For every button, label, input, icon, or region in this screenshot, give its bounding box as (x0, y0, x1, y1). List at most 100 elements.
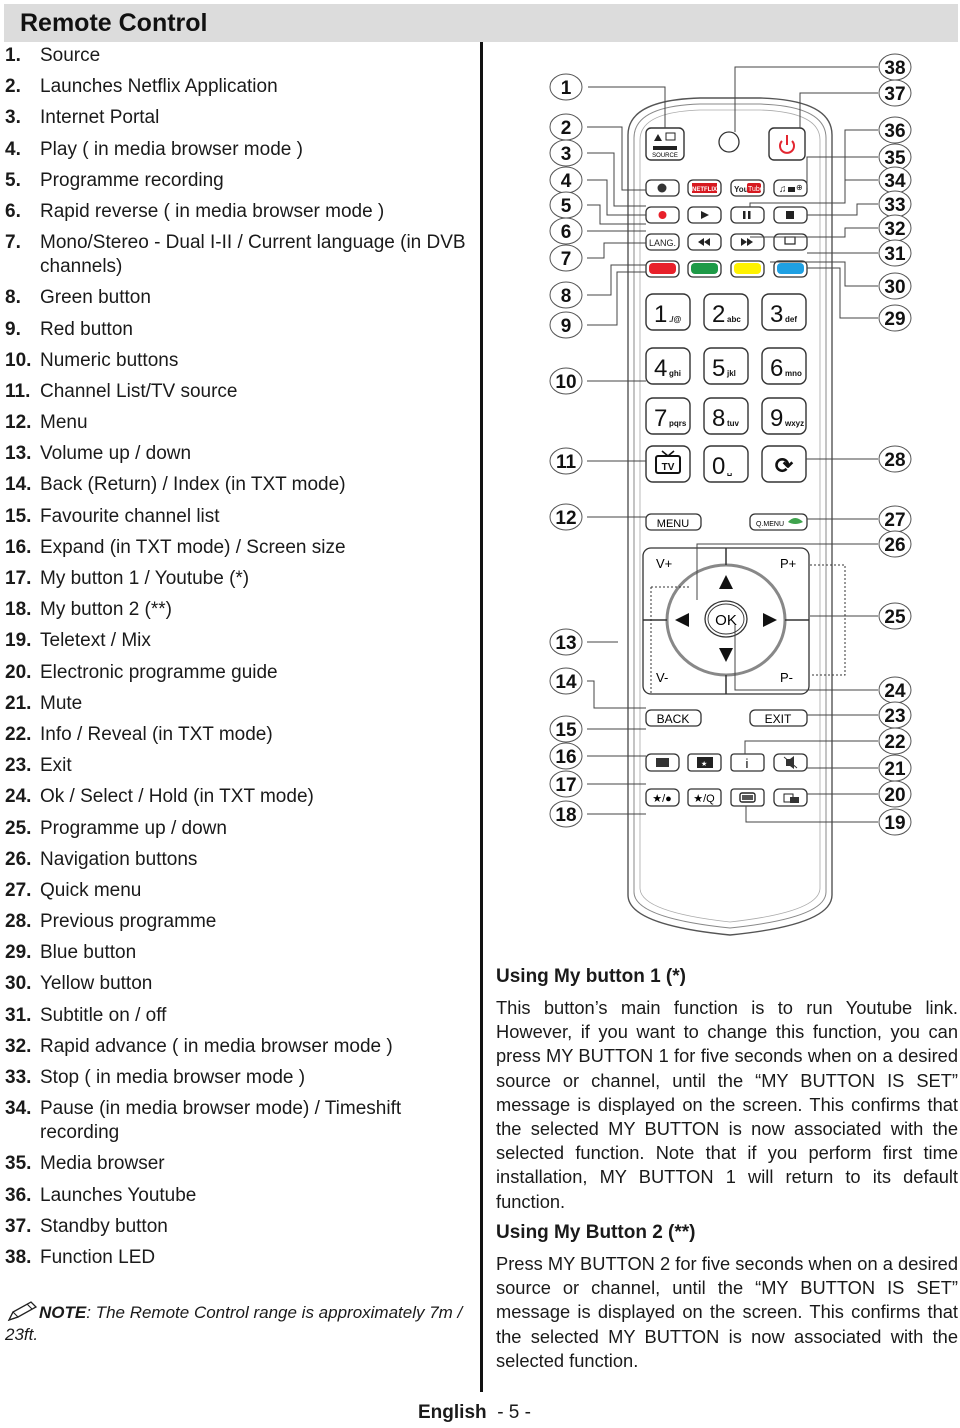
yellow-button[interactable] (730, 260, 765, 278)
play-button[interactable] (687, 206, 722, 224)
item-number: 16. (5, 536, 32, 558)
callout-number: 19 (884, 813, 905, 834)
channel-list-tv-button[interactable]: TV (645, 445, 691, 483)
callout-number: 36 (884, 121, 905, 142)
numeric-button-1[interactable]: 1 ./@ (645, 293, 691, 331)
item-text: My button 1 / Youtube (*) (40, 568, 250, 589)
green-button[interactable] (687, 260, 722, 278)
item-number: 8. (5, 287, 21, 309)
my-button-2-label[interactable]: ★/Q (693, 793, 715, 805)
item-number: 27. (5, 879, 32, 901)
list-item: 38. Function LED (5, 1246, 475, 1270)
item-number: 30. (5, 973, 32, 995)
digit-label: 1 (654, 301, 667, 328)
language-button[interactable]: LANG. (645, 233, 680, 251)
source-button[interactable]: SOURCE (645, 127, 685, 161)
item-text: Stop ( in media browser mode ) (40, 1067, 306, 1088)
numeric-button-0[interactable]: 0 ␣ (703, 445, 749, 483)
numeric-button-8[interactable]: 8 tuv (703, 397, 749, 435)
note-label: NOTE (39, 1303, 87, 1322)
callout-number: 8 (561, 286, 572, 307)
item-number: 6. (5, 200, 21, 222)
numeric-button-6[interactable]: 6 mno (761, 347, 807, 385)
note: NOTE: The Remote Control range is approx… (5, 1300, 475, 1346)
my-button-1-label[interactable]: ★/● (652, 793, 672, 805)
list-item: 10. Numeric buttons (5, 349, 475, 373)
callout-13: 13 (549, 628, 618, 656)
netflix-button[interactable]: NETFLIX (687, 179, 722, 197)
callout-number: 29 (884, 309, 905, 330)
stop-button[interactable] (773, 206, 808, 224)
ok-label: OK (715, 612, 737, 629)
info-button[interactable]: i (730, 753, 765, 772)
digit-label: 8 (712, 405, 725, 432)
numeric-button-5[interactable]: 5 jkl (703, 347, 749, 385)
callout-number: 14 (555, 672, 577, 693)
remote-diagram: SOURCE NETFLIX You Tube ♫ ⊕ LANG. 1 ./@ 2 abc 3 de… (549, 53, 912, 936)
item-number: 7. (5, 232, 21, 254)
youtube-button[interactable]: You Tube (730, 179, 765, 197)
exit-button[interactable]: EXIT (749, 709, 808, 727)
favourite-list-button[interactable]: ★ (687, 753, 722, 772)
blue-button[interactable] (773, 260, 808, 278)
item-number: 26. (5, 848, 32, 870)
screen-size-button[interactable] (645, 753, 680, 772)
my-button-1[interactable]: ★/● (645, 788, 680, 807)
pause-button[interactable] (730, 206, 765, 224)
fast-forward-button[interactable] (730, 233, 765, 251)
pencil-icon (7, 1301, 38, 1322)
svg-text:TV: TV (662, 462, 675, 473)
refresh-icon: ⟳ (775, 453, 794, 478)
numeric-button-4[interactable]: 4 ghi (645, 347, 691, 385)
media-browser-button[interactable]: ♫ ⊕ (773, 179, 808, 197)
qmenu-label: Q.MENU (756, 521, 784, 528)
item-number: 1. (5, 45, 21, 66)
letters-label: wxyz (784, 419, 804, 428)
numeric-button-3[interactable]: 3 def (761, 293, 807, 331)
menu-button[interactable]: MENU (645, 513, 702, 531)
record-button[interactable] (645, 206, 680, 224)
epg-button[interactable] (773, 788, 808, 807)
internet-portal-button[interactable] (645, 179, 680, 197)
teletext-button[interactable] (730, 788, 765, 807)
list-item: 32. Rapid advance ( in media browser mode… (5, 1035, 475, 1059)
page-number: - 5 - (497, 1402, 531, 1423)
callout-number: 16 (555, 747, 576, 768)
item-number: 11. (5, 380, 31, 402)
back-button[interactable]: BACK (645, 709, 702, 727)
digit-label: 6 (770, 355, 783, 382)
list-item: 37. Standby button (5, 1215, 475, 1239)
standby-button[interactable] (768, 127, 806, 161)
item-number: 36. (5, 1184, 32, 1206)
list-item: 23. Exit (5, 754, 475, 778)
list-item: 11. Channel List/TV source (5, 380, 475, 404)
item-number: 17. (5, 568, 32, 589)
numeric-button-9[interactable]: 9 wxyz (761, 397, 807, 435)
item-text: My button 2 (**) (40, 599, 172, 621)
red-button[interactable] (645, 260, 680, 278)
list-item: 6. Rapid reverse ( in media browser mode … (5, 200, 475, 224)
item-text: Programme recording (40, 169, 224, 191)
subtitle-button[interactable] (773, 233, 808, 251)
item-number: 15. (5, 505, 32, 527)
callout-number: 28 (884, 450, 905, 471)
rewind-button[interactable] (687, 233, 722, 251)
callout-number: 10 (555, 372, 576, 393)
item-text: Menu (40, 412, 88, 434)
mute-button[interactable] (773, 753, 808, 772)
numeric-button-7[interactable]: 7 pqrs (645, 397, 691, 435)
list-item: 33. Stop ( in media browser mode ) (5, 1066, 475, 1090)
item-text: Launches Youtube (40, 1184, 197, 1206)
my-button-2[interactable]: ★/Q (687, 788, 722, 807)
item-text: Launches Netflix Application (40, 76, 278, 98)
digit-label: 3 (770, 301, 783, 328)
numeric-button-2[interactable]: 2 abc (703, 293, 749, 331)
quick-menu-button[interactable]: Q.MENU (749, 513, 808, 531)
callout-number: 25 (884, 607, 906, 628)
item-number: 28. (5, 911, 32, 933)
previous-programme-button[interactable]: ⟳ (761, 445, 807, 483)
callout-number: 5 (561, 196, 572, 217)
callout-number: 30 (884, 277, 905, 298)
item-text: Pause (in media browser mode) / Timeshif… (40, 1098, 402, 1144)
footer-language: English (418, 1402, 487, 1423)
